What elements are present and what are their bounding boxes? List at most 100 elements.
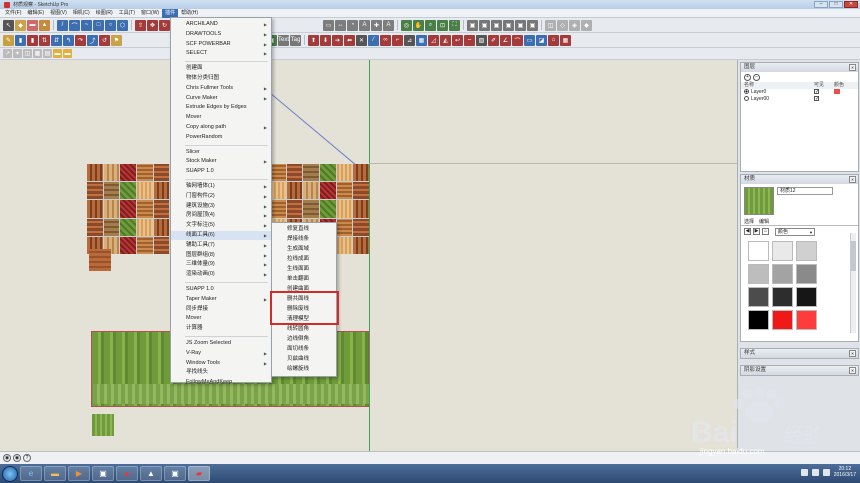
plugins-menu-item[interactable]: ARCHILAND ▶ — [171, 20, 271, 29]
plugin-tool-10-icon[interactable]: ⚑ — [111, 34, 122, 46]
plugins-menu-item[interactable]: 物体分类归图 — [171, 74, 271, 83]
close-icon[interactable]: ✕ — [849, 64, 856, 71]
submenu-item[interactable]: 面切线条 — [272, 345, 336, 354]
dimension-icon[interactable]: ↔ — [335, 19, 346, 31]
credits-icon[interactable]: ◉ — [13, 454, 21, 462]
layer-row[interactable]: Layer00 ✓ — [741, 96, 858, 103]
plugins-menu-item[interactable]: V-Ray ▶ — [171, 349, 271, 358]
tray-icon[interactable] — [800, 468, 808, 476]
plugins-menu-item[interactable]: Chris Fullmer Tools ▶ — [171, 84, 271, 93]
texture-thumbnail[interactable] — [320, 182, 336, 200]
menu-tools[interactable]: 工具(T) — [116, 9, 138, 18]
menu-draw[interactable]: 绘图(R) — [93, 9, 116, 18]
plugins-menu-item[interactable]: Stock Maker ▶ — [171, 157, 271, 166]
texture-thumbnail[interactable] — [320, 164, 336, 182]
right-view-icon[interactable]: ▣ — [503, 19, 514, 31]
bevel-icon[interactable]: ◪ — [536, 34, 547, 46]
texture-thumbnail[interactable] — [136, 200, 153, 218]
texture-thumbnail[interactable] — [153, 236, 170, 254]
plugins-menu-item[interactable]: SCF POWERBAR ▶ — [171, 40, 271, 49]
plugins-menu-item[interactable]: Extrude Edges by Edges — [171, 103, 271, 112]
hidden-line-icon[interactable]: ◈ — [569, 19, 580, 31]
color-swatch[interactable] — [772, 264, 793, 284]
stair-icon[interactable]: ⊿ — [404, 34, 415, 46]
color-swatch[interactable] — [772, 287, 793, 307]
remove-layer-icon[interactable]: − — [753, 73, 760, 81]
texture-thumbnail[interactable] — [87, 182, 103, 200]
model-viewport[interactable] — [0, 60, 737, 451]
tray-icon[interactable] — [811, 468, 819, 476]
plugins-menu-item[interactable]: 建筑设施(3) ▶ — [171, 202, 271, 211]
library-select[interactable]: 颜色 ▼ — [775, 227, 815, 236]
color-swatch[interactable] — [796, 241, 817, 261]
plugins-menu-item[interactable]: DRAWTOOLS ▶ — [171, 30, 271, 39]
texture-thumbnail[interactable] — [103, 182, 120, 200]
plugins-menu-item[interactable]: 图层群组(8) ▶ — [171, 251, 271, 260]
text-tool-icon[interactable]: A — [359, 19, 370, 31]
texture-thumbnail[interactable] — [136, 182, 153, 200]
color-swatch[interactable] — [748, 310, 769, 330]
plugin-tool-2-icon[interactable]: ▮ — [15, 34, 26, 46]
swatch-scrollbar[interactable] — [850, 233, 856, 333]
plugins-menu-item[interactable]: Mover — [171, 113, 271, 122]
line-tool-icon[interactable]: / — [57, 19, 68, 31]
grid-icon[interactable]: ▦ — [416, 34, 427, 46]
app-icon-2[interactable]: ▲ — [140, 466, 162, 481]
texture-thumbnail[interactable] — [153, 218, 170, 236]
menu-view[interactable]: 视图(V) — [47, 9, 70, 18]
texture-thumbnail[interactable] — [286, 182, 303, 200]
color-swatch[interactable] — [748, 264, 769, 284]
link-icon[interactable]: ∞ — [380, 34, 391, 46]
grid-red-icon[interactable]: ▦ — [560, 34, 571, 46]
plugins-menu-item[interactable]: 寻找线头 — [171, 368, 271, 377]
plugin-tool-4-icon[interactable]: ⇅ — [39, 34, 50, 46]
texture-thumbnail[interactable] — [353, 200, 369, 218]
texture-thumbnail[interactable] — [270, 164, 286, 182]
close-icon[interactable]: ✕ — [849, 350, 856, 357]
slope-icon[interactable]: ◿ — [428, 34, 439, 46]
plugins-menu-item[interactable]: 创建面 — [171, 64, 271, 73]
texture-thumbnail[interactable] — [353, 218, 369, 236]
texture-thumbnail[interactable] — [136, 236, 153, 254]
folder-icon[interactable]: ▬ — [53, 49, 62, 58]
material-name-field[interactable]: 材质12 — [777, 187, 833, 195]
layers-panel-header[interactable]: 图层 ✕ — [741, 63, 858, 72]
texture-thumbnail[interactable] — [270, 200, 286, 218]
pan-icon[interactable]: ✋ — [413, 19, 424, 31]
wand-icon[interactable]: ✦ — [13, 49, 22, 58]
circle-tool-icon[interactable]: ○ — [105, 19, 116, 31]
plugin-tool-3-icon[interactable]: ▮ — [27, 34, 38, 46]
ie-icon[interactable]: e — [20, 466, 42, 481]
plugins-menu-item[interactable]: Slicer — [171, 148, 271, 157]
zoom-window-icon[interactable]: ⊡ — [437, 19, 448, 31]
materials-panel-header[interactable]: 材质 ✕ — [741, 175, 858, 184]
plugins-menu-item[interactable]: 文字标注(5) ▶ — [171, 221, 271, 230]
submenu-item[interactable]: 生线面面 — [272, 265, 336, 274]
color-swatch[interactable] — [748, 287, 769, 307]
submenu-item[interactable]: 边线倒角 — [272, 335, 336, 344]
media-player-icon[interactable]: ▶ — [68, 466, 90, 481]
layer-row[interactable]: Layer0 ✓ — [741, 89, 858, 96]
close-button[interactable]: ✕ — [844, 1, 858, 8]
texture-thumbnail[interactable] — [87, 200, 103, 218]
texture-thumbnail[interactable] — [303, 164, 320, 182]
menu-file[interactable]: 文件(F) — [2, 9, 24, 18]
close-icon[interactable]: ✕ — [849, 176, 856, 183]
left-view-icon[interactable]: ▣ — [527, 19, 538, 31]
home-icon[interactable]: ⌂ — [762, 228, 769, 235]
texture-thumbnail[interactable] — [320, 200, 336, 218]
push-pull-icon[interactable]: ⇧ — [135, 19, 146, 31]
plugins-menu-item[interactable]: Copy along path ▶ — [171, 123, 271, 132]
shadow-panel-header[interactable]: 阴影设置 ✕ — [741, 366, 858, 375]
texture-thumbnail[interactable] — [120, 182, 136, 200]
help-icon[interactable]: ? — [23, 454, 31, 462]
active-layer-radio[interactable] — [744, 96, 749, 102]
close-icon[interactable]: ✕ — [849, 367, 856, 374]
divide-icon[interactable]: ⁄ — [368, 34, 379, 46]
orbit-icon[interactable]: ◎ — [401, 19, 412, 31]
texture-thumbnail[interactable] — [120, 200, 136, 218]
cross-icon[interactable]: ✕ — [356, 34, 367, 46]
layer-color-swatch[interactable] — [834, 89, 840, 94]
texture-thumbnail[interactable] — [103, 200, 120, 218]
color-swatch[interactable] — [772, 241, 793, 261]
